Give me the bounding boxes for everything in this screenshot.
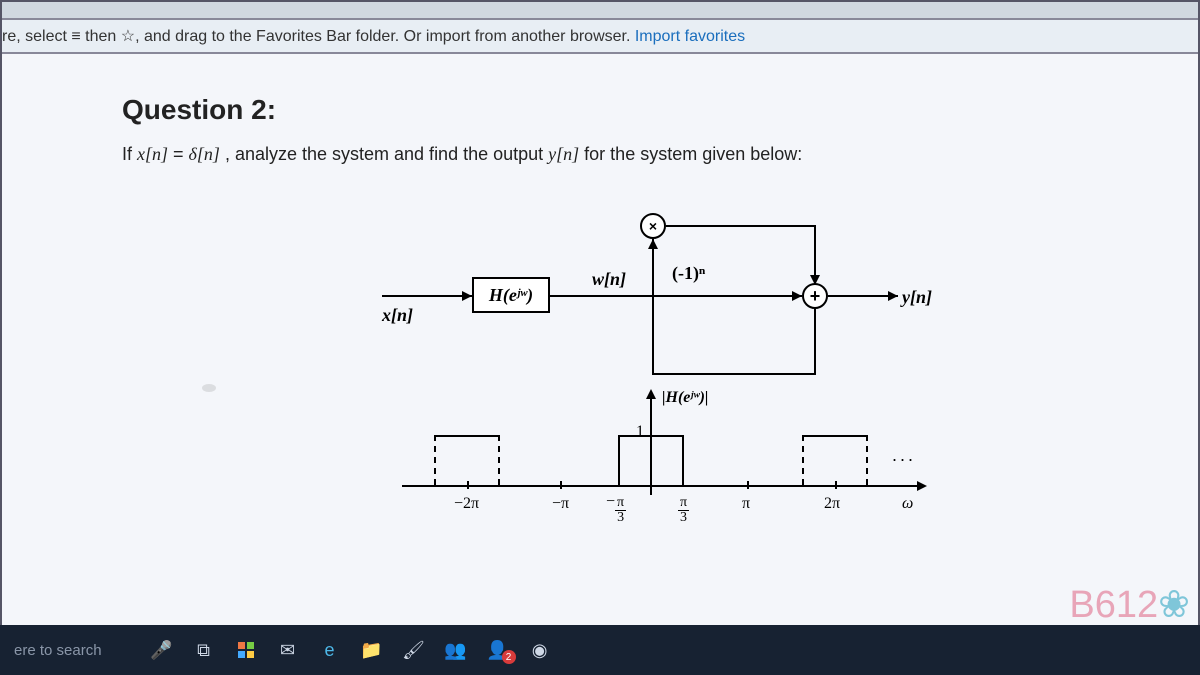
tab-strip [2,2,1198,20]
wire [640,295,802,297]
import-favorites-link[interactable]: Import favorites [635,28,745,45]
eq-lhs: x[n] [137,144,168,164]
arrow-icon [792,291,802,301]
favorites-hint-text: re, select ≡ then ☆, and drag to the Fav… [2,28,635,45]
tick-mpi3: −π3 [606,493,626,525]
neg1-label: (-1)ⁿ [672,263,705,284]
plot-axis-x [402,485,922,487]
edge-icon[interactable]: e [318,638,342,662]
people-icon[interactable]: 👥 [444,638,468,662]
page-content: Question 2: If x[n] = δ[n] , analyze the… [2,54,1198,625]
block-diagram: x[n] H(eʲʷ) w[n] × (-1)ⁿ [382,195,982,555]
question-title: Question 2: [122,94,1078,126]
w-label: w[n] [592,269,626,290]
ellipsis: ... [892,445,916,466]
taskbar[interactable]: ere to search 🎤 ⧉ ✉ e 📁 🖌 👥 👤2 ◉ [0,625,1200,675]
y-label: y[n] [902,287,932,308]
plot-rect-right [802,435,868,485]
store-icon[interactable] [234,638,258,662]
smudge [202,384,216,392]
wire [666,225,816,227]
favorites-bar: re, select ≡ then ☆, and drag to the Fav… [2,20,1198,54]
eq-rhs: δ[n] [189,144,220,164]
notification-icon[interactable]: 👤2 [486,638,510,662]
tick-2pi: 2π [824,495,840,513]
question-body: If x[n] = δ[n] , analyze the system and … [122,144,1078,165]
sum-node: + [802,283,828,309]
watermark: B612❀ [1069,582,1190,627]
taskbar-search[interactable]: ere to search [14,642,132,659]
wire [652,295,654,375]
browser-window: re, select ≡ then ☆, and drag to the Fav… [0,0,1200,625]
arrow-icon [888,291,898,301]
tick-m2pi: −2π [454,495,479,513]
x-label: x[n] [382,305,413,326]
tick-mpi: −π [552,495,569,513]
frequency-response-plot: |H(eʲʷ)| 1 ... −2π −π −π3 [382,395,982,545]
wire [550,295,640,297]
h-block: H(eʲʷ) [472,277,550,313]
chrome-icon[interactable]: ◉ [528,638,552,662]
tick-pi3: π3 [678,493,689,525]
tick-omega: ω [902,495,913,513]
badge-count: 2 [502,650,516,664]
paint-icon[interactable]: 🖌 [402,638,426,662]
file-explorer-icon[interactable]: 📁 [360,638,384,662]
wire [814,309,816,375]
arrow-icon [462,291,472,301]
multiplier-node: × [640,213,666,239]
plot-rect-center [618,435,684,485]
mic-icon[interactable]: 🎤 [150,638,174,662]
arrow-icon [646,389,656,399]
wire [652,373,814,375]
arrow-icon [648,239,658,249]
task-view-icon[interactable]: ⧉ [192,638,216,662]
wire [382,295,472,297]
tick-pi: π [742,495,750,513]
arrow-icon [917,481,927,491]
plot-rect-left [434,435,500,485]
eq-out: y[n] [548,144,579,164]
mail-icon[interactable]: ✉ [276,638,300,662]
plot-ylabel: |H(eʲʷ)| [662,389,708,407]
